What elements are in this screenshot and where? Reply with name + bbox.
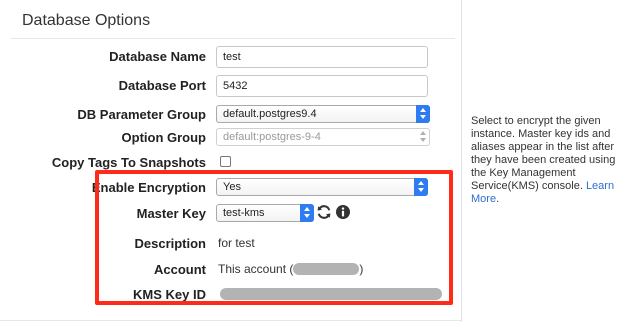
- database-name-label: Database Name: [109, 49, 206, 64]
- database-port-label: Database Port: [118, 78, 206, 93]
- option-group-label: Option Group: [121, 130, 206, 145]
- encryption-highlight-box: [95, 170, 453, 305]
- db-parameter-group-select[interactable]: default.postgres9.4: [216, 105, 430, 123]
- select-arrows-icon: [416, 128, 430, 146]
- row-db-parameter-group: DB Parameter Group default.postgres9.4: [0, 104, 462, 128]
- db-parameter-group-label: DB Parameter Group: [77, 107, 206, 122]
- database-name-input[interactable]: [216, 46, 428, 68]
- section-title: Database Options: [22, 12, 151, 29]
- select-arrows-icon: [416, 105, 430, 123]
- row-option-group: Option Group default:postgres-9-4: [0, 127, 462, 151]
- row-database-port: Database Port: [0, 75, 462, 99]
- help-divider: [461, 0, 462, 322]
- copy-tags-label: Copy Tags To Snapshots: [51, 155, 206, 170]
- encryption-help-text: Select to encrypt the given instance. Ma…: [471, 115, 631, 206]
- row-database-name: Database Name: [0, 46, 462, 70]
- bottom-divider: [0, 320, 462, 321]
- option-group-value: default:postgres-9-4: [223, 131, 321, 143]
- copy-tags-checkbox[interactable]: [220, 156, 231, 167]
- database-options-panel: Database Options Database Name Database …: [0, 0, 462, 322]
- help-trailing: .: [496, 193, 500, 205]
- db-parameter-group-value: default.postgres9.4: [223, 108, 317, 120]
- database-port-input[interactable]: [216, 75, 428, 97]
- title-divider: [11, 38, 455, 39]
- option-group-select: default:postgres-9-4: [216, 128, 430, 146]
